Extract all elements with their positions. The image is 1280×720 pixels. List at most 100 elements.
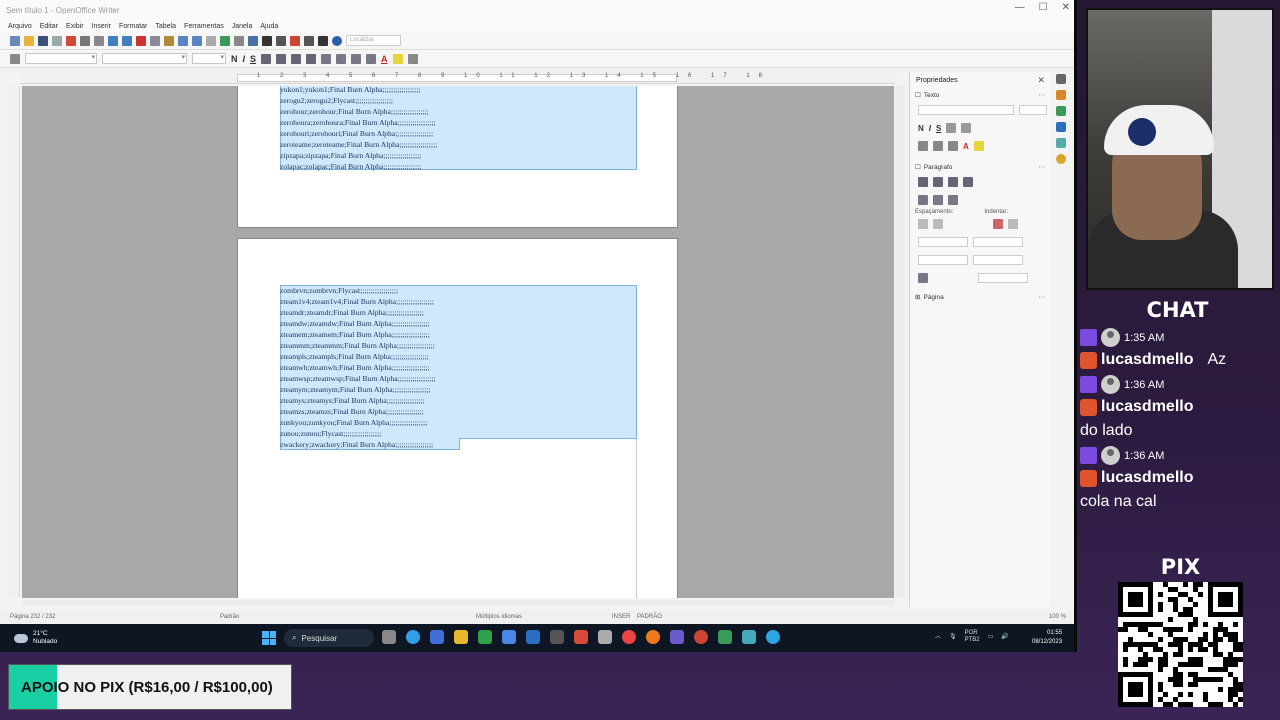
align-left-icon[interactable] bbox=[261, 53, 272, 64]
more-options-icon[interactable]: ⋯ bbox=[1039, 293, 1046, 301]
obs-icon[interactable] bbox=[694, 630, 708, 644]
menu-editar[interactable]: Editar bbox=[40, 23, 58, 30]
sidebar-justify-icon[interactable] bbox=[963, 177, 973, 187]
open-folder-icon[interactable] bbox=[24, 35, 34, 46]
text-line[interactable]: zunkyou;zunkyou;Final Burn Alpha;;;;;;;;… bbox=[280, 417, 436, 428]
increase-indent-icon[interactable] bbox=[366, 53, 377, 64]
italic-button[interactable]: I bbox=[243, 54, 246, 64]
sidebar-highlight-icon[interactable] bbox=[973, 141, 984, 151]
close-button[interactable]: ✕ bbox=[1062, 2, 1070, 13]
indent-before-field[interactable] bbox=[973, 237, 1023, 247]
increase-font-icon[interactable] bbox=[918, 141, 928, 151]
line-spacing-icon[interactable] bbox=[918, 273, 928, 283]
discord-icon[interactable] bbox=[670, 630, 684, 644]
text-line[interactable]: zipzapa;zipzapa;Final Burn Alpha;;;;;;;;… bbox=[280, 150, 437, 161]
indent-decrease-icon[interactable] bbox=[1008, 219, 1018, 229]
page1-text[interactable]: yukon1;yukon1;Final Burn Alpha;;;;;;;;;;… bbox=[280, 86, 437, 172]
spacing-below-icon[interactable] bbox=[933, 219, 943, 229]
minimize-button[interactable]: — bbox=[1015, 2, 1025, 13]
menu-inserir[interactable]: Inserir bbox=[92, 23, 111, 30]
page2-text[interactable]: zombrvn;zombrvn;Flycast;;;;;;;;;;;;;;;;;… bbox=[280, 285, 436, 450]
spacing-above-field[interactable] bbox=[918, 237, 968, 247]
cut-icon[interactable] bbox=[136, 35, 146, 46]
paragraph-style-select[interactable] bbox=[25, 53, 97, 64]
chrome-icon[interactable] bbox=[622, 630, 636, 644]
text-line[interactable]: zunou;zunou;Flycast;;;;;;;;;;;;;;;;;; bbox=[280, 428, 436, 439]
text-line[interactable]: zerohoura;zerohoura;Final Burn Alpha;;;;… bbox=[280, 117, 437, 128]
text-line[interactable]: zerohour;zerohour;Final Burn Alpha;;;;;;… bbox=[280, 106, 437, 117]
sidebar-numbering-icon[interactable] bbox=[933, 195, 943, 205]
datasource-icon[interactable] bbox=[290, 35, 300, 46]
menu-ferramentas[interactable]: Ferramentas bbox=[184, 23, 224, 30]
spacing-above-icon[interactable] bbox=[918, 219, 928, 229]
edge-icon[interactable] bbox=[406, 630, 420, 644]
menu-arquivo[interactable]: Arquivo bbox=[8, 23, 32, 30]
text-line[interactable]: zteamys;zteamys;Final Burn Alpha;;;;;;;;… bbox=[280, 395, 436, 406]
spreadsheet-icon[interactable] bbox=[718, 630, 732, 644]
selection-mode[interactable]: PADRÃO bbox=[637, 614, 662, 620]
navigator-icon[interactable] bbox=[262, 35, 272, 46]
menu-tabela[interactable]: Tabela bbox=[155, 23, 176, 30]
functions-tab-icon[interactable] bbox=[1056, 154, 1066, 164]
styles-tab-icon[interactable] bbox=[1056, 106, 1066, 116]
media-icon[interactable] bbox=[574, 630, 588, 644]
decrease-font-icon[interactable] bbox=[933, 141, 943, 151]
new-document-icon[interactable] bbox=[10, 35, 20, 46]
text-line[interactable]: zteamzs;zteamzs;Final Burn Alpha;;;;;;;;… bbox=[280, 406, 436, 417]
sidebar-close-icon[interactable]: ✕ bbox=[1037, 75, 1045, 86]
strikethrough-icon[interactable] bbox=[946, 123, 957, 133]
text-line[interactable]: zteamwh;zteamwh;Final Burn Alpha;;;;;;;;… bbox=[280, 362, 436, 373]
export-pdf-icon[interactable] bbox=[66, 35, 76, 46]
nonprinting-chars-icon[interactable] bbox=[304, 35, 314, 46]
help-icon[interactable] bbox=[332, 35, 342, 46]
autocorrect-icon[interactable] bbox=[122, 35, 132, 46]
page-section-header[interactable]: ⊞ Página ⋯ bbox=[910, 291, 1050, 303]
gallery-icon[interactable] bbox=[276, 35, 286, 46]
explorer-icon[interactable] bbox=[454, 630, 468, 644]
weather-widget[interactable]: 21°C Nublado bbox=[14, 630, 57, 646]
app-icon[interactable] bbox=[550, 630, 564, 644]
text-line[interactable]: zteamdw;zteamdw;Final Burn Alpha;;;;;;;;… bbox=[280, 318, 436, 329]
bullets-icon[interactable] bbox=[336, 53, 347, 64]
sidebar-size-select[interactable] bbox=[1019, 105, 1047, 115]
sidebar-menu-icon[interactable] bbox=[1056, 74, 1066, 84]
copilot-icon[interactable] bbox=[430, 630, 444, 644]
font-color-button[interactable]: A bbox=[381, 54, 388, 64]
window-icon[interactable] bbox=[598, 630, 612, 644]
text-line[interactable]: zeroteame;zeroteame;Final Burn Alpha;;;;… bbox=[280, 139, 437, 150]
start-button[interactable] bbox=[262, 631, 276, 645]
document-area[interactable]: yukon1;yukon1;Final Burn Alpha;;;;;;;;;;… bbox=[22, 86, 894, 598]
more-options-icon[interactable]: ⋯ bbox=[1039, 163, 1046, 171]
sidebar-font-select[interactable] bbox=[918, 105, 1014, 115]
page-preview-icon[interactable] bbox=[94, 35, 104, 46]
sidebar-align-right-icon[interactable] bbox=[948, 177, 958, 187]
superscript-icon[interactable] bbox=[948, 141, 958, 151]
text-line[interactable]: zteamwsp;zteamwsp;Final Burn Alpha;;;;;;… bbox=[280, 373, 436, 384]
print-icon[interactable] bbox=[80, 35, 90, 46]
text-line[interactable]: zteamym;zteamym;Final Burn Alpha;;;;;;;;… bbox=[280, 384, 436, 395]
horizontal-scrollbar[interactable] bbox=[22, 600, 894, 606]
tray-chevron-icon[interactable]: ︿ bbox=[935, 634, 941, 641]
menu-exibir[interactable]: Exibir bbox=[66, 23, 84, 30]
text-line[interactable]: zteam1v4;zteam1v4;Final Burn Alpha;;;;;;… bbox=[280, 296, 436, 307]
menu-ajuda[interactable]: Ajuda bbox=[260, 23, 278, 30]
underline-button[interactable]: S bbox=[250, 54, 256, 64]
indent-after-field[interactable] bbox=[973, 255, 1023, 265]
text-line[interactable]: yukon1;yukon1;Final Burn Alpha;;;;;;;;;;… bbox=[280, 86, 437, 95]
font-name-select[interactable] bbox=[102, 53, 187, 64]
hyperlink-icon[interactable] bbox=[220, 35, 230, 46]
shadow-icon[interactable] bbox=[961, 123, 972, 133]
text-line[interactable]: zerogu2;zerogu2;Flycast;;;;;;;;;;;;;;;;;… bbox=[280, 95, 437, 106]
text-line[interactable]: zteampls;zteampls;Final Burn Alpha;;;;;;… bbox=[280, 351, 436, 362]
image-icon[interactable] bbox=[248, 35, 258, 46]
text-line[interactable]: zteamdr;zteamdr;Final Burn Alpha;;;;;;;;… bbox=[280, 307, 436, 318]
text-line[interactable]: zteammm;zteammm;Final Burn Alpha;;;;;;;;… bbox=[280, 340, 436, 351]
zoom-icon[interactable] bbox=[318, 35, 328, 46]
firefox-icon[interactable] bbox=[646, 630, 660, 644]
navigator-tab-icon[interactable] bbox=[1056, 138, 1066, 148]
vertical-ruler[interactable] bbox=[8, 86, 20, 598]
find-input[interactable]: Localizar bbox=[346, 35, 401, 46]
sidebar-bullets-icon[interactable] bbox=[918, 195, 928, 205]
taskbar-search[interactable]: ⌕ Pesquisar bbox=[284, 629, 374, 647]
justify-icon[interactable] bbox=[306, 53, 317, 64]
